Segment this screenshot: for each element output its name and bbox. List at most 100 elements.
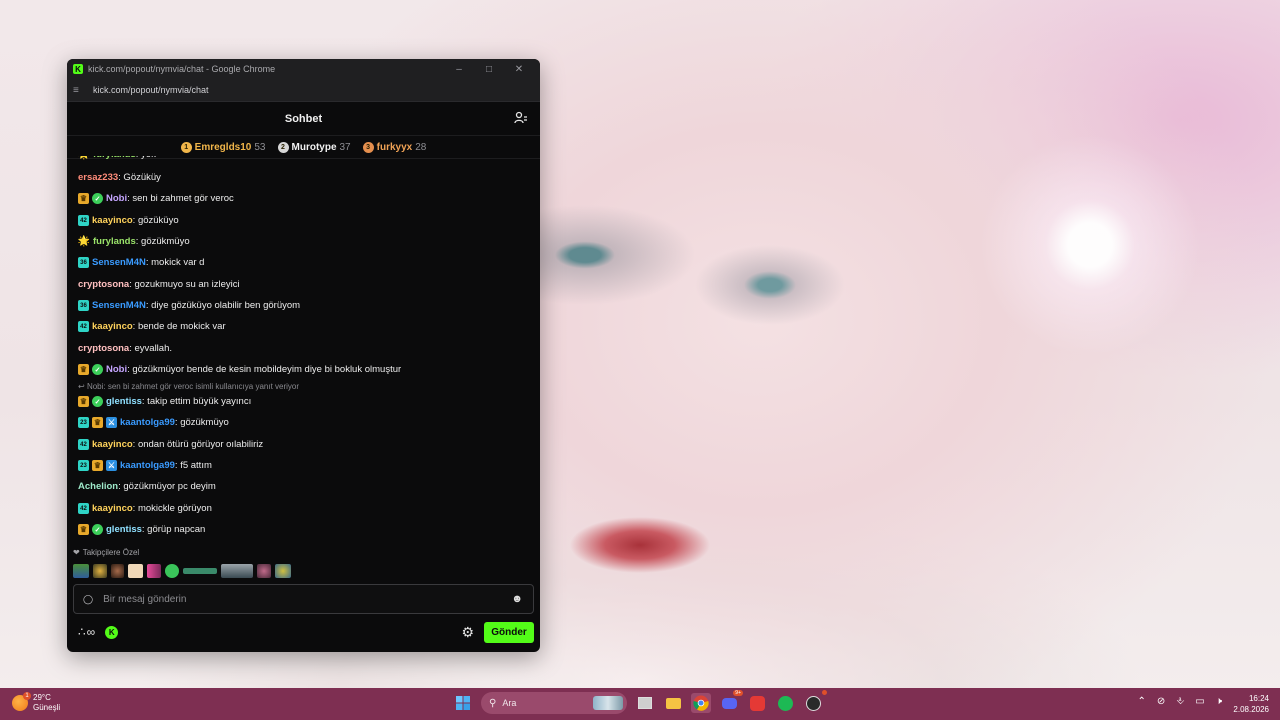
crown-badge-icon[interactable]: ♛ — [78, 364, 89, 375]
reply-indicator[interactable]: ↩ Nobi: sen bi zahmet gör veroc isimli k… — [78, 382, 299, 391]
chat-username[interactable]: SensenM4N — [92, 300, 146, 311]
chat-message[interactable]: 42 kaayinco: gözüküyo — [78, 215, 179, 226]
chat-message-list[interactable]: ♛ ✓ glentiss: görüp napcan 42 kaayinco: moki… — [67, 156, 540, 544]
subscriber-badge-icon[interactable]: 42 — [78, 503, 89, 514]
spotify-icon[interactable] — [775, 693, 795, 713]
subscriber-badge-icon[interactable]: 36 — [78, 257, 89, 268]
chevron-up-icon[interactable]: ⌃ — [1137, 696, 1145, 707]
chat-username[interactable]: cryptosona — [78, 279, 129, 290]
title-bar[interactable]: K kick.com/popout/nymvia/chat - Google C… — [67, 59, 540, 79]
crown-badge-icon[interactable]: ♛ — [78, 524, 89, 535]
chat-message[interactable]: ♛ ✓ Nobi: sen bi zahmet gör veroc — [78, 193, 234, 204]
chat-message[interactable]: 42 kaayinco: ondan ötürü görüyor oılabili… — [78, 439, 263, 450]
chat-message[interactable]: 🌟 furylands: gözükmüyo — [78, 236, 190, 247]
points-infinity-icon[interactable]: ∴ ∞ — [78, 625, 95, 639]
verified-badge-icon[interactable]: ✓ — [92, 396, 103, 407]
subscriber-badge-icon[interactable]: 42 — [78, 439, 89, 450]
chat-message[interactable]: cryptosona: gozukmuyo su an izleyici — [78, 279, 240, 290]
chat-username[interactable]: kaantolga99 — [120, 417, 175, 428]
chat-username[interactable]: kaayinco — [92, 215, 133, 226]
chat-message[interactable]: ♛ ✓ glentiss: takip ettim büyük yayıncı — [78, 396, 251, 407]
emote-7[interactable] — [183, 568, 217, 574]
chat-username[interactable]: cryptosona — [78, 343, 129, 354]
emote-5[interactable] — [147, 564, 161, 578]
emote-2[interactable] — [93, 564, 107, 578]
chat-username[interactable]: kaantolga99 — [120, 460, 175, 471]
hidden-eye-icon[interactable]: ⊘ — [1157, 696, 1165, 707]
sword-badge-icon[interactable]: ⚔ — [106, 417, 117, 428]
crown-badge-icon[interactable]: ♛ — [92, 460, 103, 471]
subscriber-badge-icon[interactable]: 42 — [78, 321, 89, 332]
windows-start-icon[interactable] — [453, 693, 473, 713]
chrome-icon[interactable] — [691, 693, 711, 713]
emoji-picker-icon[interactable]: ☻ — [511, 593, 523, 605]
send-button[interactable]: Gönder — [484, 621, 534, 643]
chat-input-placeholder[interactable]: Bir mesaj gönderin — [103, 594, 511, 605]
subscriber-badge-icon[interactable]: 42 — [78, 215, 89, 226]
minimize-button[interactable]: – — [444, 64, 474, 75]
chat-username[interactable]: furylands — [93, 156, 136, 160]
maximize-button[interactable]: □ — [474, 64, 504, 75]
chat-message[interactable]: 42 kaayinco: bende de mokick var — [78, 321, 226, 332]
crown-badge-icon[interactable]: ♛ — [78, 193, 89, 204]
chat-message[interactable]: 36 SensenM4N: mokick var d — [78, 257, 204, 268]
chat-message[interactable]: ersaz233: Gözüküy — [78, 172, 161, 183]
chat-username[interactable]: ersaz233 — [78, 172, 118, 183]
chat-message[interactable]: 36 SensenM4N: diye gözüküyo olabilir ben … — [78, 300, 300, 311]
emoji-badge-icon[interactable]: 🌟 — [78, 236, 90, 247]
red-app-icon[interactable] — [747, 693, 767, 713]
chat-message[interactable]: ♛ ✓ glentiss: görüp napcan — [78, 524, 205, 535]
crown-badge-icon[interactable]: ♛ — [78, 396, 89, 407]
taskbar-search[interactable]: ⚲ Ara — [481, 692, 627, 714]
volume-icon[interactable]: 🕨 — [1216, 696, 1222, 707]
chat-username[interactable]: glentiss — [106, 524, 142, 535]
sword-badge-icon[interactable]: ⚔ — [106, 460, 117, 471]
leaderboard-entry[interactable]: 2 Murotype 37 — [277, 141, 351, 153]
chat-username[interactable]: kaayinco — [92, 439, 133, 450]
chat-message[interactable]: 23 ♛ ⚔ kaantolga99: gözükmüyo — [78, 417, 229, 428]
subscriber-badge-icon[interactable]: 23 — [78, 460, 89, 471]
shield-icon[interactable]: ◯ — [83, 594, 93, 605]
user-settings-icon[interactable] — [514, 111, 528, 125]
obs-icon[interactable] — [803, 690, 827, 713]
chat-message[interactable]: Achelion: gözükmüyor pc deyim — [78, 481, 216, 492]
emote-1[interactable] — [73, 564, 89, 578]
chat-username[interactable]: furylands — [93, 236, 136, 247]
microphone-icon[interactable]: ⎀ — [1176, 696, 1184, 707]
chat-username[interactable]: kaayinco — [92, 503, 133, 514]
chat-username[interactable]: glentiss — [106, 396, 142, 407]
chat-message[interactable]: cryptosona: eyvallah. — [78, 343, 172, 354]
close-button[interactable]: ✕ — [504, 64, 534, 75]
subscriber-badge-icon[interactable]: 36 — [78, 300, 89, 311]
subscriber-badge-icon[interactable]: 23 — [78, 417, 89, 428]
chat-message[interactable]: 🌟furylands: yok — [78, 156, 156, 160]
chat-username[interactable]: Achelion — [78, 481, 118, 492]
verified-badge-icon[interactable]: ✓ — [92, 524, 103, 535]
chat-message[interactable]: 23 ♛ ⚔ kaantolga99: f5 attım — [78, 460, 212, 471]
kick-logo-icon[interactable]: K — [105, 625, 119, 639]
site-settings-icon[interactable]: ≡ — [73, 85, 85, 96]
verified-badge-icon[interactable]: ✓ — [92, 364, 103, 375]
emote-10[interactable] — [275, 564, 291, 578]
leaderboard-entry[interactable]: 3 furkyyx 28 — [362, 141, 426, 153]
chat-username[interactable]: SensenM4N — [92, 257, 146, 268]
emote-3[interactable] — [111, 564, 124, 578]
leaderboard-entry[interactable]: 1 Emreglds10 53 — [180, 141, 266, 153]
gear-icon[interactable]: ⚙ — [461, 624, 474, 641]
discord-icon[interactable]: 9+ — [719, 690, 743, 713]
chat-message[interactable]: 42 kaayinco: mokickle görüyon — [78, 503, 212, 514]
chat-username[interactable]: Nobi — [106, 193, 127, 204]
weather-widget[interactable]: 1 29°C Güneşli — [12, 692, 60, 713]
emote-8[interactable] — [221, 564, 253, 578]
address-bar[interactable]: ≡ kick.com/popout/nymvia/chat — [67, 79, 540, 102]
emote-9[interactable] — [257, 564, 271, 578]
emoji-badge-icon[interactable]: 🌟 — [78, 156, 90, 160]
emote-6[interactable] — [165, 564, 179, 578]
verified-badge-icon[interactable]: ✓ — [92, 193, 103, 204]
chat-message[interactable]: ♛ ✓ Nobi: gözükmüyor bende de kesin mobild… — [78, 364, 401, 375]
display-icon[interactable]: ▭ — [1195, 696, 1204, 707]
chat-message-input[interactable]: ◯ Bir mesaj gönderin ☻ — [73, 584, 534, 614]
task-view-icon[interactable] — [635, 693, 655, 713]
emote-4[interactable] — [128, 564, 143, 578]
crown-badge-icon[interactable]: ♛ — [92, 417, 103, 428]
